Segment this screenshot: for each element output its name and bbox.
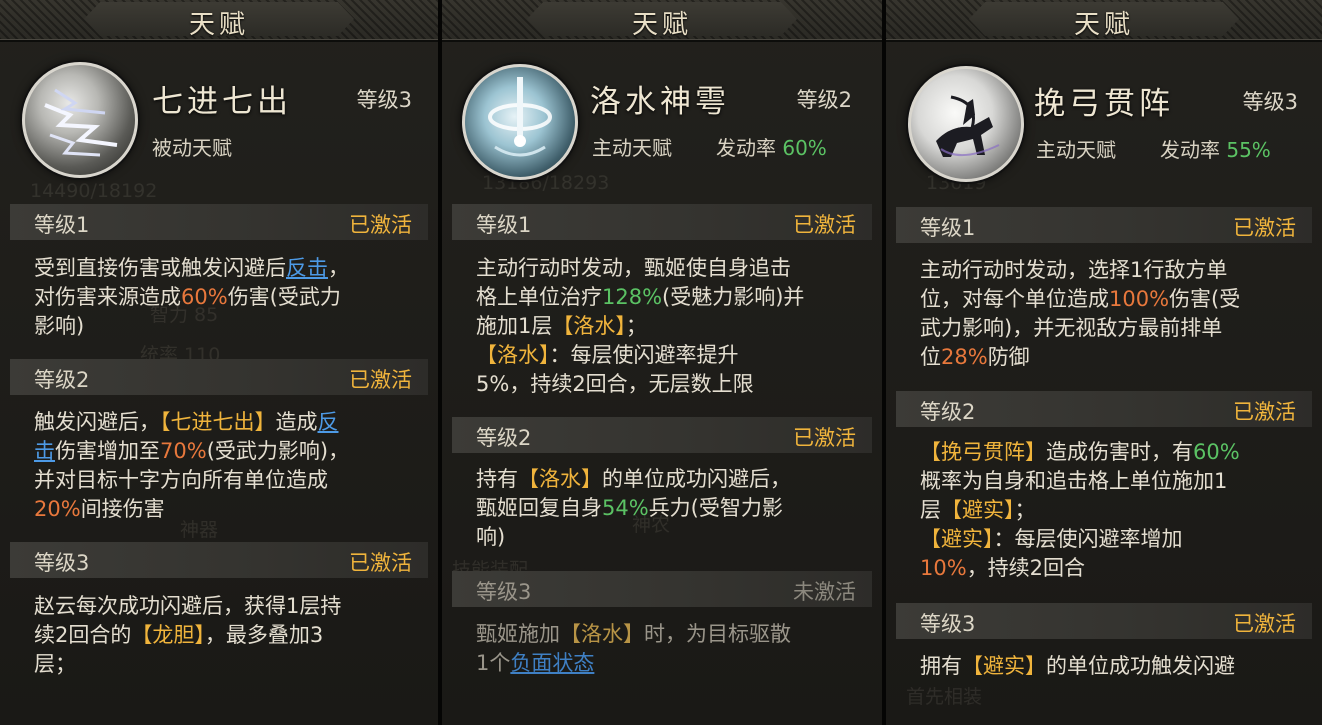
level-3-status: 已激活	[349, 551, 412, 575]
level-3-description: 拥有【避实】的单位成功触发闪避	[920, 654, 1235, 678]
level-1-description: 主动行动时发动，甄姬使自身追击 格上单位治疗128%(受魅力影响)并 施加1层【…	[476, 256, 805, 396]
title-bar: 天赋	[886, 0, 1322, 42]
level-2-status: 已激活	[349, 368, 412, 392]
talent-name: 洛水神雩	[590, 84, 730, 120]
level-3-header: 等级3 未激活	[452, 571, 872, 607]
talent-level: 等级2	[796, 88, 852, 112]
background-ghost-text: 首先相装	[906, 686, 983, 708]
level-1-status: 已激活	[349, 213, 412, 237]
mounted-archer-icon	[908, 66, 1024, 182]
negative-status-link[interactable]: 负面状态	[510, 651, 594, 675]
level-3-status: 已激活	[1233, 612, 1296, 636]
level-1-title: 等级1	[476, 213, 532, 237]
counter-attack-link[interactable]: 击	[34, 439, 55, 463]
level-3-status: 未激活	[793, 580, 856, 604]
talent-name: 七进七出	[152, 84, 292, 120]
level-2-status: 已激活	[793, 426, 856, 450]
level-3-header: 等级3 已激活	[896, 603, 1312, 639]
talent-panel-3: 13619 宝物 首先相装 天赋 挽弓贯阵 等级3 主动天赋 发动率 55% 等…	[886, 0, 1322, 725]
talent-type: 主动天赋	[592, 136, 672, 160]
talent-name: 挽弓贯阵	[1034, 86, 1174, 122]
level-3-title: 等级3	[476, 580, 532, 604]
level-2-description: 触发闪避后，【七进七出】造成反 击伤害增加至70%(受武力影响)， 并对目标十字…	[34, 410, 350, 521]
level-2-title: 等级2	[476, 426, 532, 450]
counter-attack-link[interactable]: 反	[318, 410, 339, 434]
panel-title: 天赋	[188, 10, 249, 40]
level-2-header: 等级2 已激活	[452, 417, 872, 453]
talent-panel-1: 14490/18192 智力 85 统率 110 神器 天赋 七进七出 等级3 …	[0, 0, 438, 725]
level-2-description: 【挽弓贯阵】造成伤害时，有60% 概率为自身和追击格上单位施加1 层【避实】； …	[920, 440, 1240, 580]
level-3-title: 等级3	[920, 612, 976, 636]
talent-type: 主动天赋	[1036, 138, 1116, 162]
level-1-status: 已激活	[793, 213, 856, 237]
trigger-rate-value: 55%	[1226, 138, 1271, 162]
level-1-status: 已激活	[1233, 216, 1296, 240]
level-1-title: 等级1	[34, 213, 90, 237]
level-3-header: 等级3 已激活	[10, 542, 428, 578]
trigger-rate-value: 60%	[782, 136, 827, 160]
level-3-title: 等级3	[34, 551, 90, 575]
trigger-rate: 发动率 55%	[1160, 138, 1271, 162]
level-2-title: 等级2	[34, 368, 90, 392]
level-1-header: 等级1 已激活	[896, 207, 1312, 243]
level-3-description: 赵云每次成功闪避后，获得1层持 续2回合的【龙胆】，最多叠加3 层；	[34, 594, 342, 676]
level-3-description: 甄姬施加【洛水】时，为目标驱散 1个负面状态	[476, 622, 791, 675]
talent-level: 等级3	[1242, 90, 1298, 114]
talent-panel-2: 13186/18293 神农 技能装配 天赋 洛水神雩 等级2 主动天赋 发动率…	[442, 0, 882, 725]
title-bar: 天赋	[442, 0, 882, 42]
panel-title: 天赋	[1073, 10, 1134, 40]
lightning-dragon-icon	[22, 62, 138, 178]
level-2-header: 等级2 已激活	[896, 391, 1312, 427]
level-1-header: 等级1 已激活	[452, 204, 872, 240]
background-ghost-text: 14490/18192	[30, 180, 158, 202]
level-1-title: 等级1	[920, 216, 976, 240]
talent-level: 等级3	[356, 88, 412, 112]
level-1-description: 受到直接伤害或触发闪避后反击， 对伤害来源造成60%伤害(受武力 影响)	[34, 256, 349, 338]
level-1-description: 主动行动时发动，选择1行敌方单 位，对每个单位造成100%伤害(受 武力影响)，…	[920, 258, 1241, 369]
level-2-header: 等级2 已激活	[10, 359, 428, 395]
panel-title: 天赋	[631, 10, 692, 40]
counter-attack-link[interactable]: 反击	[286, 256, 328, 280]
level-1-header: 等级1 已激活	[10, 204, 428, 240]
level-2-status: 已激活	[1233, 400, 1296, 424]
level-2-title: 等级2	[920, 400, 976, 424]
title-bar: 天赋	[0, 0, 438, 42]
talent-type: 被动天赋	[152, 136, 232, 160]
water-vortex-icon	[462, 64, 578, 180]
level-2-description: 持有【洛水】的单位成功闪避后， 甄姬回复自身54%兵力(受智力影 响)	[476, 467, 791, 549]
trigger-rate: 发动率 60%	[716, 136, 827, 160]
